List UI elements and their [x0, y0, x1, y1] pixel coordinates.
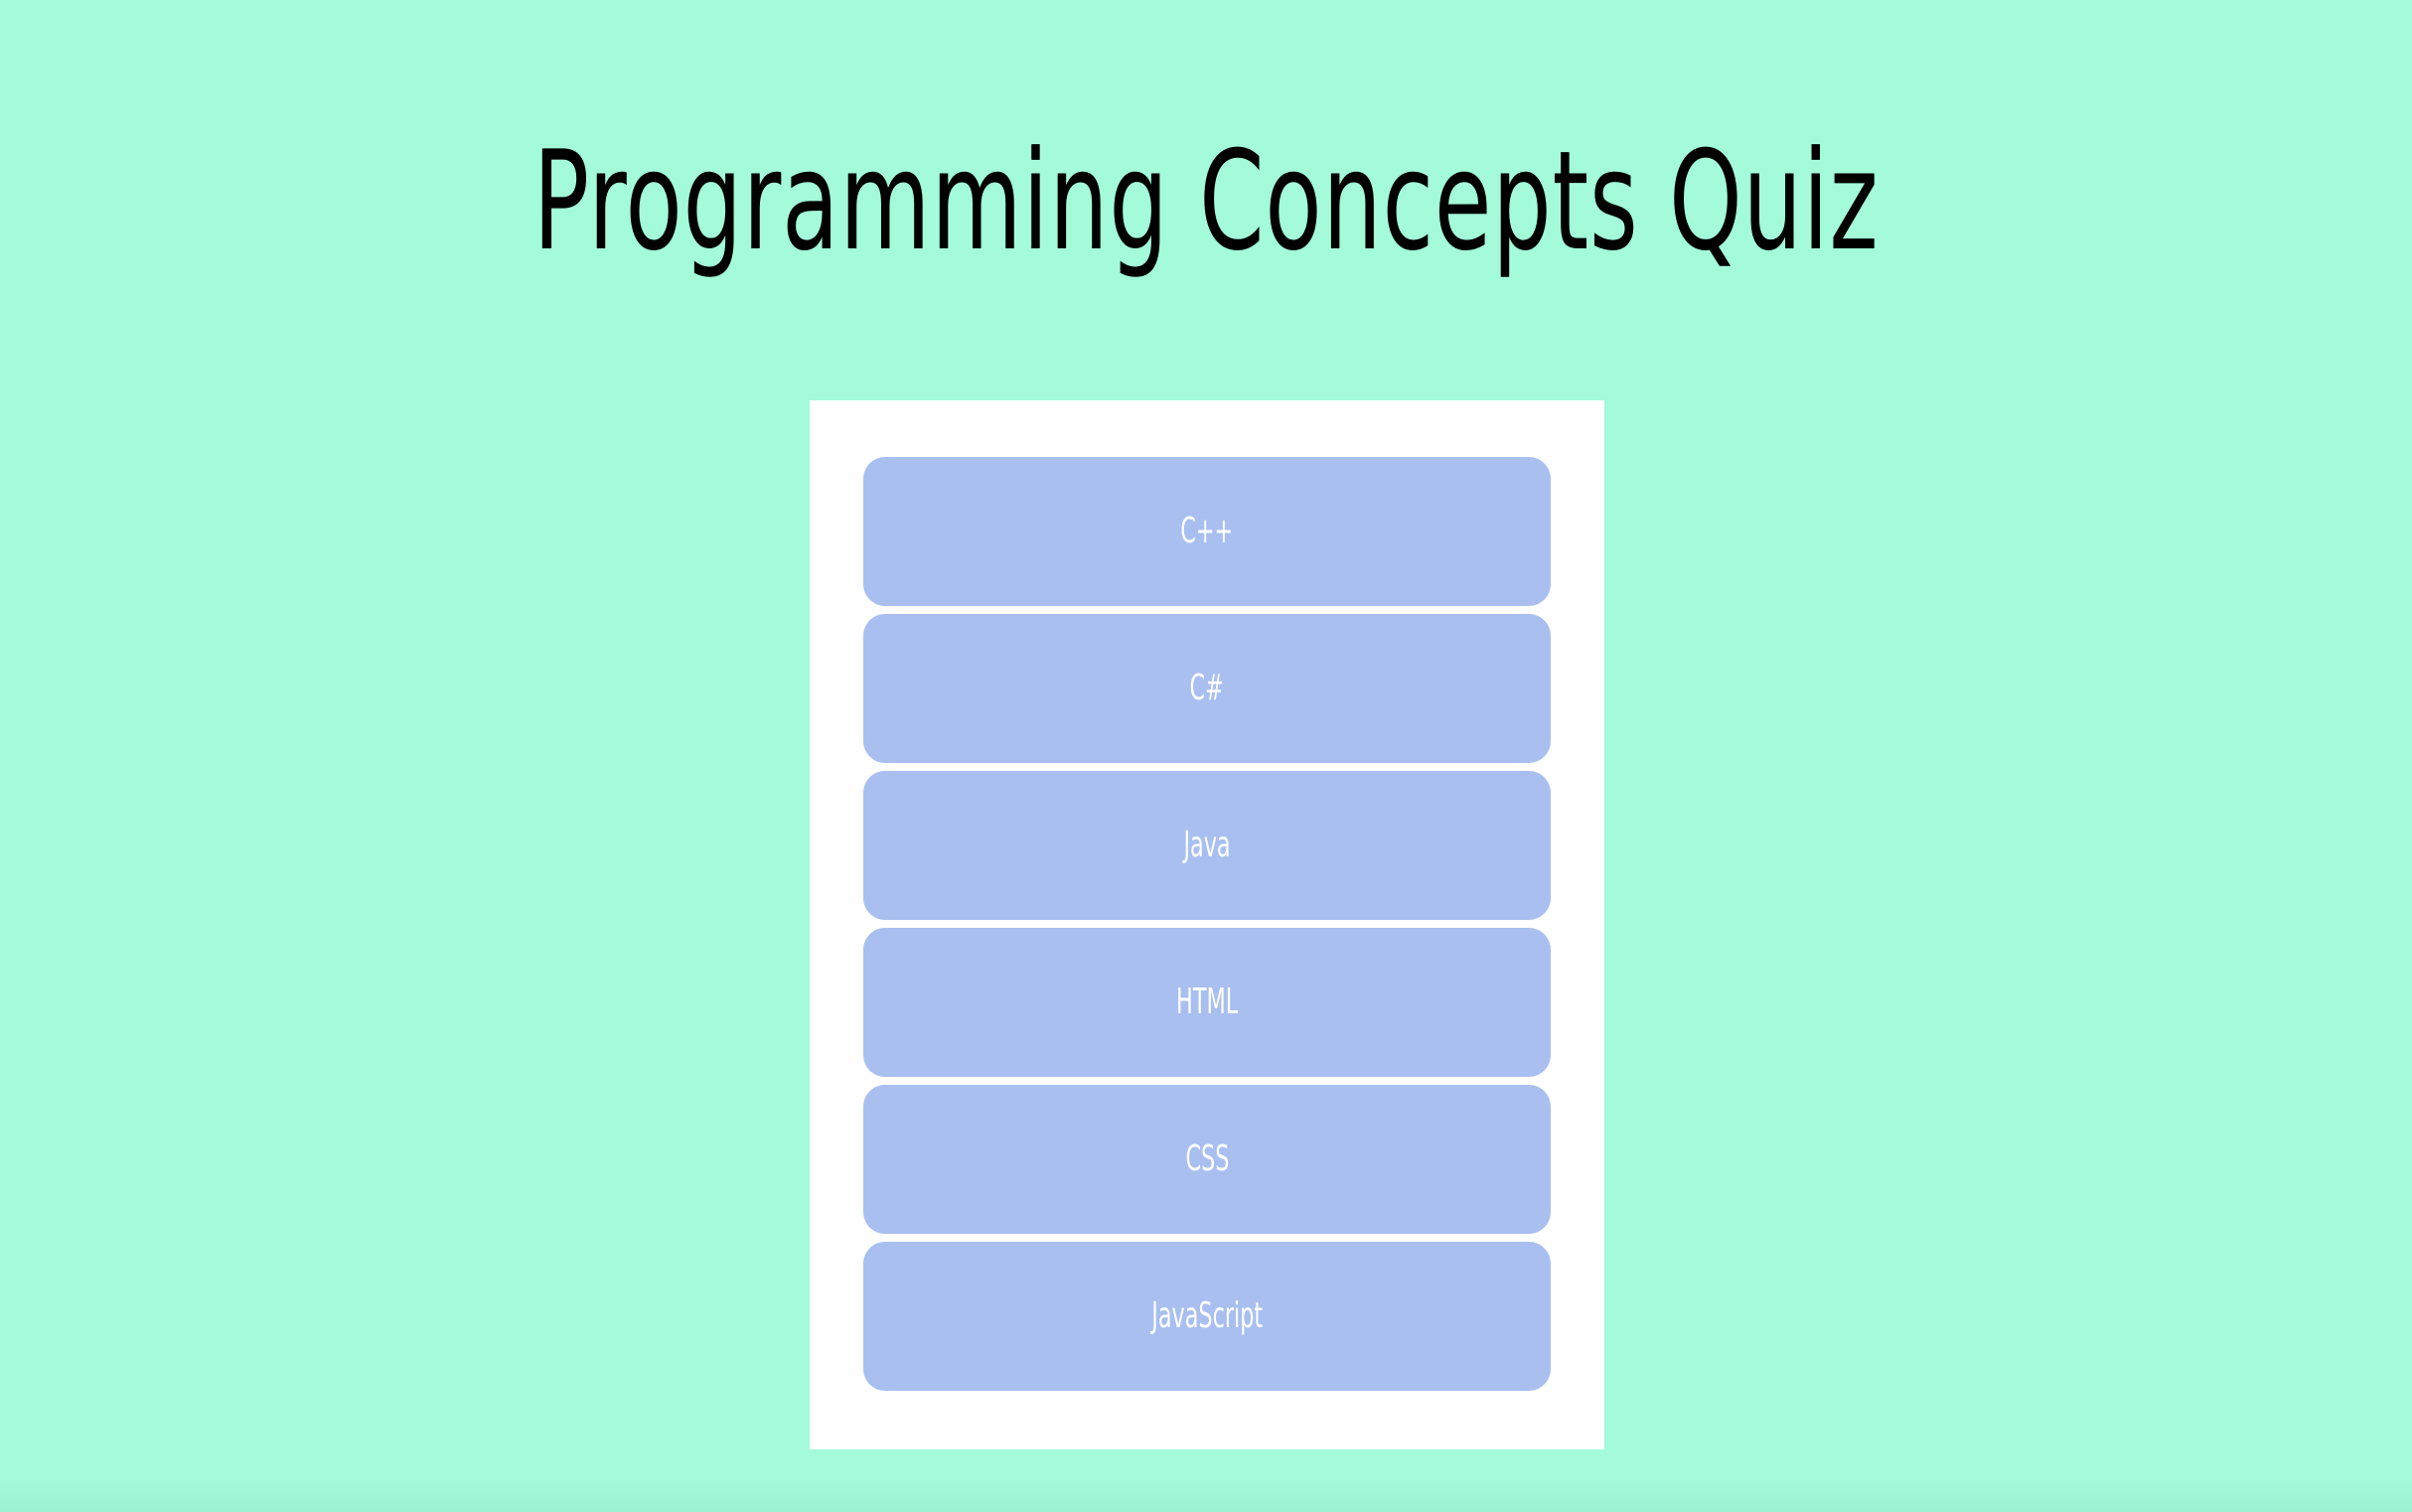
page-title: Programming Concepts Quiz — [532, 121, 1880, 281]
option-csharp-label: C# — [1189, 668, 1225, 708]
bottom-edge-shade — [0, 1478, 2412, 1512]
option-javascript-button[interactable]: JavaScript — [863, 1242, 1551, 1391]
answer-options: C++ C# Java HTML CSS JavaScript — [863, 457, 1551, 1391]
option-css-label: CSS — [1185, 1138, 1229, 1179]
option-html-button[interactable]: HTML — [863, 928, 1551, 1077]
quiz-page: Programming Concepts Quiz C++ C# Java HT… — [0, 0, 2412, 1512]
option-csharp-button[interactable]: C# — [863, 614, 1551, 763]
option-cpp-label: C++ — [1180, 511, 1234, 551]
option-javascript-label: JavaScript — [1151, 1295, 1263, 1336]
option-java-label: Java — [1183, 825, 1231, 865]
option-cpp-button[interactable]: C++ — [863, 457, 1551, 606]
quiz-card: C++ C# Java HTML CSS JavaScript — [810, 400, 1604, 1449]
option-html-label: HTML — [1175, 982, 1239, 1022]
option-java-button[interactable]: Java — [863, 771, 1551, 920]
option-css-button[interactable]: CSS — [863, 1085, 1551, 1234]
